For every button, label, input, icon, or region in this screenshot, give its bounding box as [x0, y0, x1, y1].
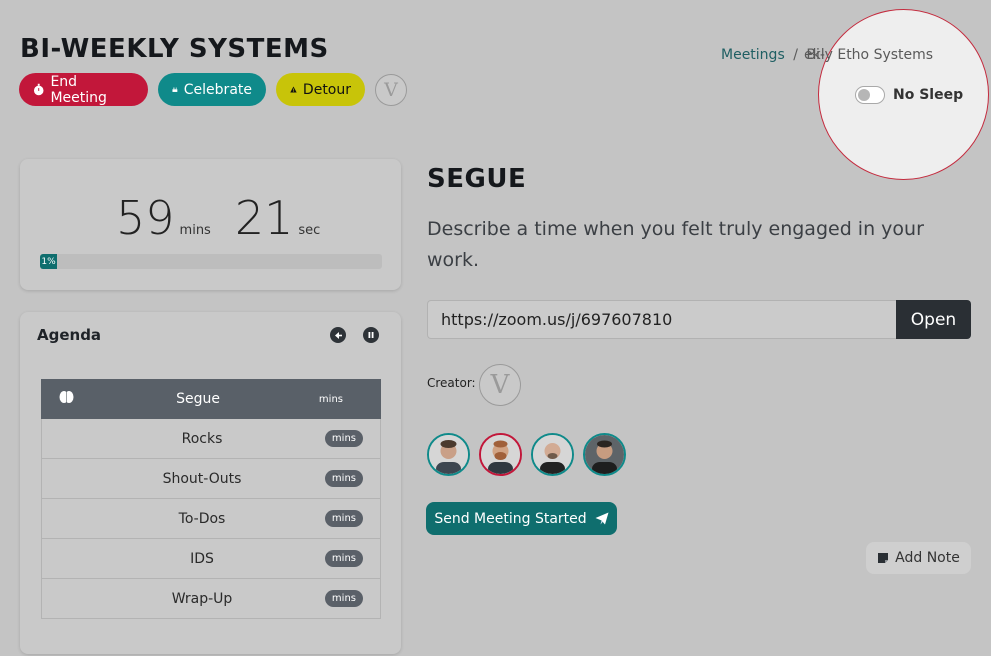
agenda-item-label: Shout-Outs: [162, 470, 242, 487]
pause-icon[interactable]: [363, 327, 379, 343]
end-meeting-button[interactable]: End Meeting: [19, 73, 148, 106]
open-link-button[interactable]: Open: [896, 300, 971, 339]
breadcrumb-meetings-link[interactable]: Meetings: [721, 47, 785, 63]
paper-plane-icon: [595, 512, 609, 525]
timer-card: 59 mins 21 sec 1%: [20, 159, 401, 290]
mins-badge: mins: [324, 590, 363, 607]
agenda-item-label: To-Dos: [178, 510, 226, 527]
agenda-item-label: Wrap-Up: [171, 590, 233, 607]
agenda-item-wrap-up[interactable]: Wrap-Up mins: [41, 579, 381, 619]
breadcrumb-current-overlay: ekly Etho Systems: [804, 47, 934, 63]
no-sleep-label: No Sleep: [893, 87, 964, 103]
attendee-list: [427, 433, 626, 476]
sticky-note-icon: [878, 553, 889, 563]
agenda-item-segue[interactable]: Segue mins: [41, 379, 381, 419]
no-sleep-toggle-group: No Sleep: [855, 86, 963, 104]
attendee-avatar[interactable]: [531, 433, 574, 476]
meeting-actions: End Meeting Celebrate Detour V: [19, 73, 407, 106]
mins-badge: mins: [324, 430, 363, 447]
previous-icon[interactable]: [330, 327, 346, 343]
no-sleep-toggle[interactable]: [855, 86, 885, 104]
agenda-item-to-dos[interactable]: To-Dos mins: [41, 499, 381, 539]
mins-badge: mins: [318, 393, 343, 405]
timer-minutes-unit: mins: [179, 223, 211, 238]
timer-seconds-unit: sec: [298, 223, 321, 238]
warning-icon: [290, 86, 297, 93]
agenda-item-label: Rocks: [181, 430, 223, 447]
cake-icon: [172, 87, 178, 92]
celebrate-label: Celebrate: [183, 81, 252, 98]
attendee-avatar[interactable]: [479, 433, 522, 476]
attendee-avatar[interactable]: [427, 433, 470, 476]
timer-minutes: 59: [116, 191, 175, 245]
segue-prompt: Describe a time when you felt truly enga…: [427, 218, 924, 271]
section-title: SEGUE: [427, 164, 527, 194]
timer-progress-bar: 1%: [40, 254, 382, 269]
send-meeting-started-label: Send Meeting Started: [434, 510, 587, 527]
creator-avatar: V: [479, 364, 521, 406]
meeting-link-input[interactable]: [427, 300, 896, 339]
attendee-avatar[interactable]: [583, 433, 626, 476]
agenda-list: Segue mins Rocks mins Shout-Outs mins To…: [41, 379, 381, 619]
agenda-title: Agenda: [37, 326, 102, 344]
end-meeting-label: End Meeting: [50, 73, 107, 106]
breadcrumb-separator: /: [793, 47, 798, 63]
agenda-item-ids[interactable]: IDS mins: [41, 539, 381, 579]
detour-button[interactable]: Detour: [276, 73, 365, 106]
add-note-label: Add Note: [895, 550, 960, 566]
agenda-item-label: Segue: [176, 391, 220, 407]
send-meeting-started-button[interactable]: Send Meeting Started: [426, 502, 617, 535]
meeting-link-group: Open: [427, 300, 971, 339]
timer-display: 59 mins 21 sec: [116, 191, 344, 245]
agenda-item-shout-outs[interactable]: Shout-Outs mins: [41, 459, 381, 499]
mins-badge: mins: [324, 550, 363, 567]
stopwatch-icon: [33, 83, 44, 96]
page-title: BI-WEEKLY SYSTEMS: [20, 34, 329, 64]
agenda-item-label: IDS: [190, 550, 214, 567]
mins-badge: mins: [324, 470, 363, 487]
user-avatar[interactable]: V: [375, 73, 407, 106]
mins-badge: mins: [324, 510, 363, 527]
creator-label: Creator:: [427, 376, 476, 390]
detour-label: Detour: [302, 81, 351, 98]
toggle-knob: [858, 89, 870, 101]
timer-progress-fill: 1%: [40, 254, 57, 269]
add-note-button[interactable]: Add Note: [866, 542, 971, 574]
celebrate-button[interactable]: Celebrate: [158, 73, 266, 106]
agenda-card: Agenda Segue mins Rocks mins Shout-Outs …: [20, 312, 401, 654]
timer-seconds: 21: [234, 191, 294, 245]
agenda-item-rocks[interactable]: Rocks mins: [41, 419, 381, 459]
